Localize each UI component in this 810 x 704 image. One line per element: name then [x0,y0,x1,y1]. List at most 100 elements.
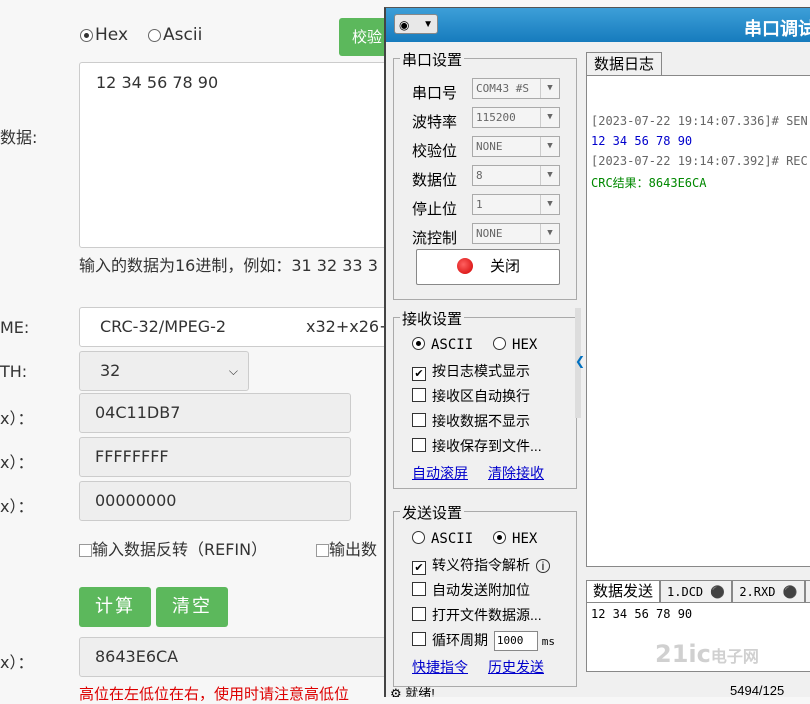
send-tab-bar: 数据发送1.DCD ⚫2.RXD ⚫3 [586,580,810,602]
init-input[interactable]: FFFFFFFF [79,437,351,477]
send-hex-radio[interactable]: HEX [493,531,537,547]
poly-input[interactable]: 04C11DB7 [79,393,351,433]
check-icon[interactable]: ✔ [412,367,426,381]
window-title: 串口调试 [744,19,810,39]
chevron-down-icon: ▼ [540,137,559,156]
data-label: 数据: [0,128,38,147]
width-select[interactable]: 32 ⌵ [79,351,249,391]
chevron-left-icon[interactable]: ❮ [575,354,585,368]
chevron-down-icon: ▼ [540,166,559,185]
status-led-icon [457,258,473,274]
stopbits-label: 停止位 [412,201,458,218]
close-port-button[interactable]: 关闭 [416,249,560,285]
title-bar[interactable]: ◉ ▼ 串口调试 [386,8,810,42]
port-label: 串口号 [412,85,458,102]
parity-label: 校验位 [412,143,458,160]
loop-period-input[interactable]: 1000 [493,631,538,652]
status-icon: ⚙ [390,686,402,697]
recv-format-row: ASCII HEX [412,336,537,353]
databits-select[interactable]: 8 ▼ [472,165,560,186]
panel-splitter[interactable]: ❮ [575,308,585,418]
algorithm-value: CRC-32/MPEG-2 [100,317,227,336]
chevron-down-icon: ▼ [423,19,433,30]
refout-checkbox-row[interactable]: 输出数 [316,536,377,560]
baud-select[interactable]: 115200 ▼ [472,107,560,128]
init-label: x）： [0,453,34,472]
check-icon[interactable]: ✔ [412,561,426,575]
log-line: [2023-07-22 19:14:07.336]# SEN [591,114,808,128]
refout-checkbox[interactable] [316,544,329,557]
xorout-input[interactable]: 00000000 [79,481,351,521]
send-option-append[interactable]: 自动发送附加位 [412,580,530,600]
width-label: TH: [0,362,28,381]
flow-select[interactable]: NONE ▼ [472,223,560,244]
send-option-file[interactable]: 打开文件数据源... [412,605,542,625]
radio-ascii-dot[interactable] [148,28,162,42]
recv-hex-radio[interactable]: HEX [493,337,537,353]
rxd-indicator-icon: ⚫ [782,585,798,599]
xorout-label: x）： [0,497,34,516]
settings-panel: 串口设置 串口号 COM43 #S ▼ 波特率 115200 ▼ 校验位 NONE ▼… [390,44,578,694]
shortcut-link[interactable]: 快捷指令 [412,657,468,677]
result-label: x）： [0,653,34,672]
data-input[interactable]: 12 34 56 78 90 [79,62,399,248]
recv-ascii-radio[interactable]: ASCII [412,337,473,353]
stopbits-select[interactable]: 1 ▼ [472,194,560,215]
polynomial-formula: x32+x26+ [306,317,393,336]
refin-checkbox-row[interactable]: 输入数据反转（REFIN） [79,536,267,560]
history-link[interactable]: 历史发送 [488,657,544,677]
log-line: 12 34 56 78 90 [591,134,693,148]
chevron-down-icon: ▼ [540,108,559,127]
tab-data-log[interactable]: 数据日志 [586,52,662,76]
info-icon[interactable]: i [536,559,550,573]
input-hint: 输入的数据为16进制，例如：31 32 33 3 [79,256,378,275]
send-ascii-radio[interactable]: ASCII [412,531,473,547]
format-radio-group: Hex Ascii [80,25,202,45]
tab-more[interactable]: 3 [804,580,810,602]
algorithm-select[interactable]: CRC-32/MPEG-2 x32+x26+ [79,307,399,347]
recv-option-save-file[interactable]: 接收保存到文件... [412,436,542,456]
baud-label: 波特率 [412,114,458,131]
loop-period-unit: ms [541,635,556,648]
tab-send[interactable]: 数据发送 [586,580,661,602]
autoscroll-link[interactable]: 自动滚屏 [412,463,468,483]
chevron-down-icon: ▼ [540,195,559,214]
recv-option-autowrap[interactable]: 接收区自动换行 [412,386,530,406]
serial-settings-title: 串口设置 [400,49,465,70]
send-option-escape[interactable]: ✔ 转义符指令解析 i [412,555,550,575]
chevron-down-icon: ⌵ [228,364,238,378]
refin-checkbox[interactable] [79,544,92,557]
recv-option-hide[interactable]: 接收数据不显示 [412,411,530,431]
clear-receive-link[interactable]: 清除接收 [488,463,544,483]
status-bar: ⚙ 就绪! 5494/125 [390,683,784,697]
dcd-indicator-icon: ⚫ [710,585,726,599]
parity-select[interactable]: NONE ▼ [472,136,560,157]
radio-hex-dot[interactable] [80,28,93,42]
serial-tool-window: ◉ ▼ 串口调试 串口设置 串口号 COM43 #S ▼ 波特率 115200 ▼ 校… [384,7,810,697]
clear-button[interactable]: 清空 [156,587,228,627]
chevron-down-icon: ▼ [540,79,559,98]
send-option-loop[interactable]: 循环周期 1000 ms [412,630,556,652]
log-line: [2023-07-22 19:14:07.392]# REC [591,154,808,168]
radio-ascii[interactable]: Ascii [148,25,202,45]
recv-option-log-mode[interactable]: ✔ 按日志模式显示 [412,361,530,381]
tab-dcd[interactable]: 1.DCD ⚫ [660,580,733,602]
algorithm-label: ME: [0,318,30,337]
status-counter: 5494/125 [730,683,785,697]
watermark-logo: 21ic电子网 [655,640,759,668]
flow-label: 流控制 [412,230,458,247]
tab-rxd[interactable]: 2.RXD ⚫ [732,580,805,602]
system-menu-button[interactable]: ◉ ▼ [394,14,438,34]
chevron-down-icon: ▼ [540,224,559,243]
poly-label: x）： [0,409,34,428]
send-settings-title: 发送设置 [400,502,465,523]
databits-label: 数据位 [412,172,458,189]
port-select[interactable]: COM43 #S ▼ [472,78,560,99]
send-format-row: ASCII HEX [412,530,537,547]
app-icon: ◉ [399,18,410,32]
width-value: 32 [100,361,121,380]
calculate-button[interactable]: 计算 [79,587,151,627]
warning-text: 高位在左低位在右，使用时请注意高低位 [79,685,350,703]
result-output: 8643E6CA [79,637,399,677]
radio-hex[interactable]: Hex [80,25,128,45]
